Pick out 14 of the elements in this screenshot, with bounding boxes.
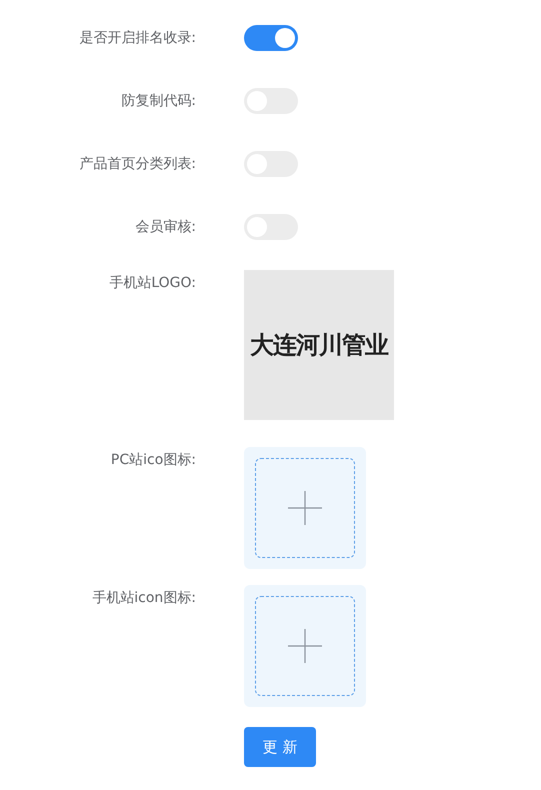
field-label: 产品首页分类列表: — [78, 155, 197, 174]
upload-area[interactable] — [244, 447, 366, 569]
field-label: 是否开启排名收录: — [78, 29, 197, 48]
toggle-switch[interactable] — [244, 25, 298, 51]
field-label: 防复制代码: — [120, 92, 197, 111]
field-label: 会员审核: — [134, 218, 197, 237]
plus-icon — [288, 491, 322, 525]
update-button[interactable]: 更 新 — [244, 727, 316, 767]
field-label: PC站ico图标: — [110, 451, 197, 470]
field-label: 手机站LOGO: — [108, 274, 197, 293]
plus-icon — [288, 629, 322, 663]
upload-area[interactable] — [244, 585, 366, 707]
field-label: 手机站icon图标: — [91, 589, 197, 608]
logo-image: 大连河川管业 — [244, 270, 394, 420]
